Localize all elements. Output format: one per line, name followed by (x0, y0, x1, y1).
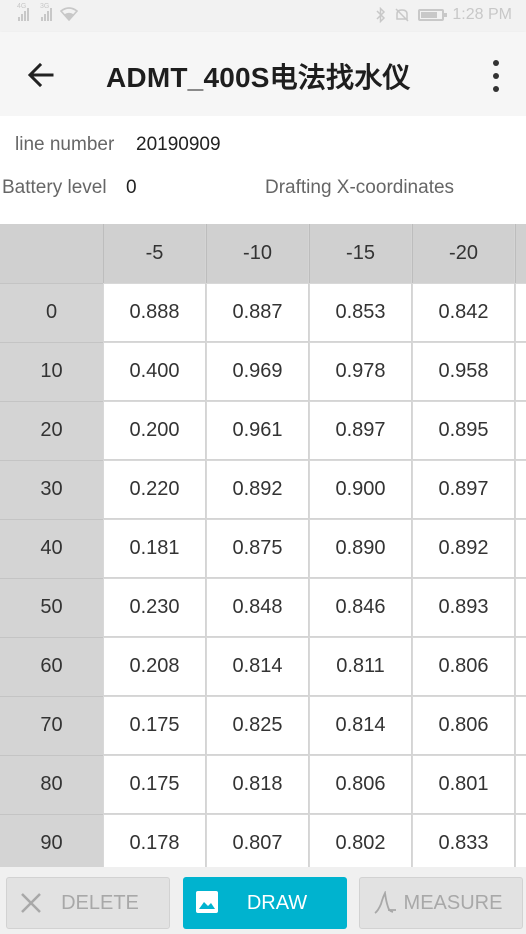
table-cell[interactable]: 0.897 (412, 460, 514, 518)
table-cell[interactable]: 0.175 (103, 696, 205, 754)
sim2-network-tag: 3G (40, 3, 50, 10)
column-header: -15 (309, 224, 411, 283)
draw-button[interactable]: DRAW (183, 877, 347, 929)
arrow-back-icon[interactable] (24, 58, 58, 92)
table-cell[interactable]: 0.814 (309, 696, 411, 754)
table-cell-partial[interactable] (515, 578, 526, 636)
row-header: 90 (0, 814, 103, 867)
row-header: 80 (0, 755, 103, 813)
mute-icon (395, 8, 409, 22)
delete-button[interactable]: DELETE (6, 877, 170, 929)
row-header: 50 (0, 578, 103, 636)
column-header-partial (515, 224, 526, 283)
table-cell[interactable]: 0.175 (103, 755, 205, 813)
column-header: -20 (412, 224, 514, 283)
measure-button[interactable]: MEASURE (359, 877, 523, 929)
signal-icon: 4G (17, 3, 29, 21)
table-cell[interactable]: 0.230 (103, 578, 205, 636)
table-cell[interactable]: 0.220 (103, 460, 205, 518)
table-cell[interactable]: 0.892 (206, 460, 308, 518)
table-cell[interactable]: 0.825 (206, 696, 308, 754)
column-header: -10 (206, 224, 308, 283)
signal-icon-sim2: 3G (40, 3, 52, 21)
status-right: 1:28 PM (376, 6, 512, 24)
table-cell[interactable]: 0.893 (412, 578, 514, 636)
table-cell-partial[interactable] (515, 460, 526, 518)
table-cell[interactable]: 0.807 (206, 814, 308, 867)
status-time: 1:28 PM (452, 6, 512, 23)
app-bar: ADMT_400S电法找水仪 (0, 32, 526, 116)
data-table[interactable]: -5 -10 -15 -20 0 0.888 0.887 0.853 0.842 10 0.400 0… (0, 224, 526, 867)
row-header: 10 (0, 342, 103, 400)
sim1-network-tag: 4G (17, 3, 27, 10)
battery-icon (418, 9, 448, 21)
table-cell[interactable]: 0.888 (103, 283, 205, 341)
bluetooth-icon (376, 7, 386, 23)
table-cell[interactable]: 0.897 (309, 401, 411, 459)
table-cell-partial[interactable] (515, 755, 526, 813)
more-vert-icon[interactable] (484, 58, 508, 94)
table-cell[interactable]: 0.806 (309, 755, 411, 813)
table-cell[interactable]: 0.842 (412, 283, 514, 341)
row-header: 40 (0, 519, 103, 577)
table-cell-partial[interactable] (515, 283, 526, 341)
line-number-value: 20190909 (136, 134, 221, 155)
table-cell-partial[interactable] (515, 342, 526, 400)
table-cell[interactable]: 0.892 (412, 519, 514, 577)
column-header: -5 (103, 224, 205, 283)
table-cell[interactable]: 0.961 (206, 401, 308, 459)
table-cell-partial[interactable] (515, 637, 526, 695)
status-bar: 4G 3G 1:28 PM (0, 0, 526, 32)
table-cell[interactable]: 0.848 (206, 578, 308, 636)
table-cell[interactable]: 0.181 (103, 519, 205, 577)
battery-level-value: 0 (126, 177, 137, 198)
table-cell[interactable]: 0.958 (412, 342, 514, 400)
table-cell[interactable]: 0.875 (206, 519, 308, 577)
draw-button-label: DRAW (246, 891, 308, 914)
table-cell[interactable]: 0.814 (206, 637, 308, 695)
row-header: 70 (0, 696, 103, 754)
table-cell-partial[interactable] (515, 696, 526, 754)
row-header: 20 (0, 401, 103, 459)
table-cell[interactable]: 0.806 (412, 637, 514, 695)
table-cell[interactable]: 0.853 (309, 283, 411, 341)
drafting-x-coordinates-label: Drafting X-coordinates (265, 177, 455, 198)
table-cell[interactable]: 0.890 (309, 519, 411, 577)
table-cell[interactable]: 0.833 (412, 814, 514, 867)
table-cell[interactable]: 0.400 (103, 342, 205, 400)
bottom-action-bar: DELETE DRAW MEASURE (0, 867, 526, 934)
table-cell[interactable]: 0.887 (206, 283, 308, 341)
table-cell[interactable]: 0.802 (309, 814, 411, 867)
row-header: 30 (0, 460, 103, 518)
table-cell-partial[interactable] (515, 814, 526, 867)
measure-button-label: MEASURE (403, 891, 503, 914)
table-cell[interactable]: 0.178 (103, 814, 205, 867)
row-header: 0 (0, 283, 103, 341)
table-header-corner (0, 224, 103, 283)
table-cell[interactable]: 0.846 (309, 578, 411, 636)
status-left: 4G 3G (17, 3, 78, 21)
delete-button-label: DELETE (61, 891, 139, 914)
table-cell[interactable]: 0.978 (309, 342, 411, 400)
line-number-label: line number (15, 134, 115, 155)
table-cell[interactable]: 0.208 (103, 637, 205, 695)
table-cell[interactable]: 0.969 (206, 342, 308, 400)
table-cell-partial[interactable] (515, 519, 526, 577)
table-cell[interactable]: 0.806 (412, 696, 514, 754)
table-cell[interactable]: 0.895 (412, 401, 514, 459)
table-cell[interactable]: 0.801 (412, 755, 514, 813)
battery-level-label: Battery level (2, 177, 107, 198)
info-panel: line number 20190909 Battery level 0 Dra… (0, 116, 526, 224)
table-cell[interactable]: 0.818 (206, 755, 308, 813)
table-cell[interactable]: 0.900 (309, 460, 411, 518)
row-header: 60 (0, 637, 103, 695)
table-cell[interactable]: 0.811 (309, 637, 411, 695)
wifi-icon (60, 7, 78, 21)
page-title: ADMT_400S电法找水仪 (106, 62, 411, 93)
table-cell[interactable]: 0.200 (103, 401, 205, 459)
table-cell-partial[interactable] (515, 401, 526, 459)
